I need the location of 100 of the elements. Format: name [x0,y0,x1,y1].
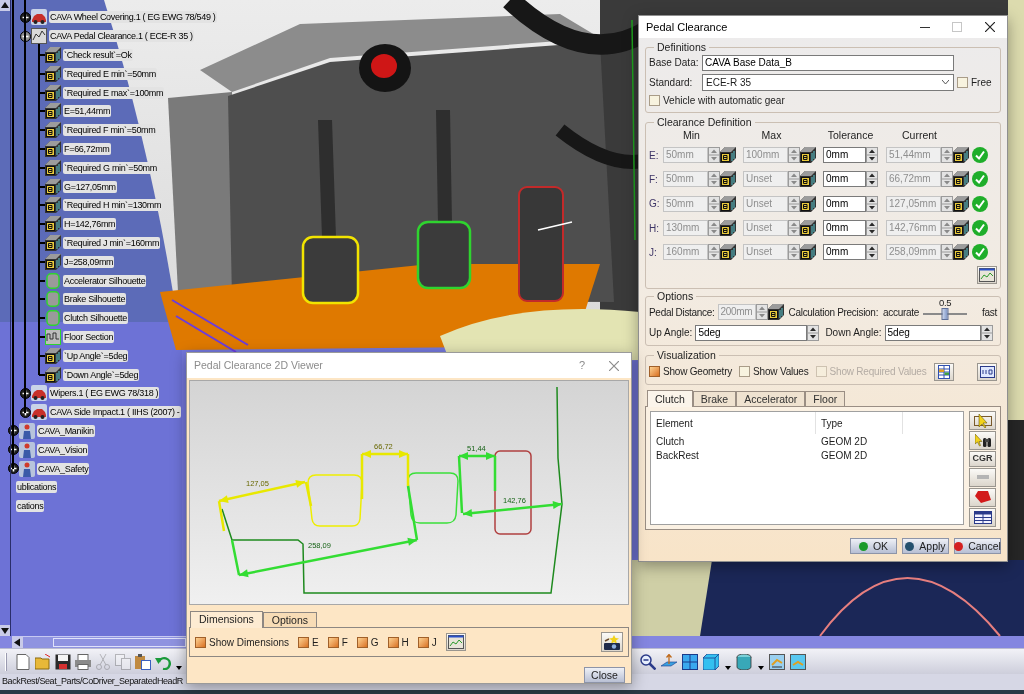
tool-button[interactable] [969,431,996,451]
text-field[interactable]: 5deg [695,325,808,341]
text-field[interactable]: 5deg [884,325,981,341]
checkbox[interactable] [195,636,206,648]
save-icon[interactable] [55,653,71,670]
scroll-down-icon[interactable] [0,625,10,636]
scroll-up-icon[interactable] [0,0,10,11]
tree-item[interactable]: cations [16,500,45,513]
tree-item[interactable]: E=51,44mm [63,105,112,118]
checkbox[interactable] [957,76,968,88]
dropdown[interactable]: ECE-R 35 [702,73,954,91]
print-icon[interactable] [75,653,91,670]
grid-icon[interactable] [682,653,698,670]
expand-icon[interactable] [20,406,31,418]
tree-item[interactable]: Clutch Silhouette [63,312,128,325]
text-field[interactable]: CAVA Base Data_B [702,54,954,71]
tree-item[interactable]: ublications [16,481,58,494]
tree-item[interactable]: Brake Silhouette [63,293,127,306]
chart-icon [979,268,995,283]
tab[interactable]: Dimensions [190,611,263,628]
tool-button[interactable] [445,633,466,651]
tool-button[interactable] [601,632,623,652]
spin-button[interactable] [866,171,878,188]
tab[interactable]: Floor [805,391,846,407]
grid-icon [937,365,950,379]
chart-icon [447,635,464,649]
cube-icon[interactable] [703,653,719,670]
tab[interactable]: Options [262,612,318,627]
field-label: Up Angle: [649,326,693,341]
tool-button[interactable] [969,508,996,527]
dialog-button[interactable]: Cancel [954,538,1001,555]
tool-button[interactable]: CGR [969,451,996,467]
caret-icon[interactable] [176,665,182,670]
tree-item[interactable]: Wipers.1 ( EG EWG 78/318 ) [49,387,160,400]
expand-icon[interactable] [20,387,31,399]
spin-button[interactable] [866,220,878,237]
checkbox[interactable] [327,636,339,648]
scroll-left-icon[interactable] [12,637,23,648]
caret-icon[interactable] [758,665,764,670]
vertical-scrollbar[interactable] [0,0,11,636]
tab[interactable]: Clutch [647,390,693,408]
spin-button[interactable] [980,325,993,341]
image-icon[interactable] [790,653,806,670]
column-header: Type [816,412,903,435]
expand-icon[interactable] [8,425,19,437]
tree-item[interactable]: `Required F min`=50mm [63,124,157,137]
spin-button[interactable] [866,195,878,212]
checkbox[interactable] [649,366,660,378]
help-button[interactable]: ? [567,353,597,378]
slider-track[interactable] [923,308,968,321]
tree-item[interactable]: H=142,76mm [63,218,117,231]
text-field[interactable]: 0mm [823,195,866,212]
dialog-button[interactable]: OK [850,538,897,555]
text-field[interactable]: 0mm [823,171,866,188]
paste-icon[interactable] [135,653,151,670]
spin-button[interactable] [866,244,878,261]
tool-button[interactable] [977,266,997,285]
tool-button[interactable] [969,411,996,431]
text-field[interactable]: 0mm [823,244,866,261]
checkbox[interactable] [387,636,399,648]
caret-icon[interactable] [725,665,731,670]
tab[interactable]: Accelerator [736,391,806,407]
dialog-button[interactable]: Apply [902,538,949,555]
window-title: Pedal Clearance [645,19,729,35]
expand-icon[interactable] [8,463,19,474]
expand-icon[interactable] [20,11,31,23]
text-field[interactable]: 0mm [823,147,866,164]
expand-icon[interactable] [8,444,19,456]
tool-button[interactable] [933,363,954,381]
text-field[interactable]: 0mm [823,220,866,237]
zoom-out-icon[interactable] [640,653,656,670]
tool-button[interactable] [977,363,997,381]
window-title: Pedal Clearance 2D Viewer [193,357,324,373]
plane-icon[interactable] [661,653,677,670]
new-document-icon[interactable] [15,653,31,670]
checkbox[interactable] [417,636,429,648]
image-icon[interactable] [769,653,785,670]
collapse-icon[interactable] [20,30,31,42]
close-button[interactable]: Close [584,667,625,683]
checkbox[interactable] [356,636,368,648]
car-icon [31,404,47,421]
tree-item[interactable]: CAVA Side Impact.1 ( IIHS (2007) - [49,406,181,419]
cube-icon [953,147,969,164]
tree-item[interactable]: CAVA Pedal Clearance.1 ( ECE-R 35 ) [49,30,194,43]
cube-icon [800,195,816,212]
horizontal-scrollbar[interactable] [12,636,186,648]
checkbox-label: F [341,635,348,650]
checkbox[interactable] [739,366,751,378]
chevron-down-icon [942,80,949,84]
table-cell-text: Clutch [655,435,686,449]
checkbox[interactable] [298,636,310,648]
field-label: Down Angle: [825,326,882,341]
checkbox[interactable] [649,95,660,106]
spin-button[interactable] [866,147,878,164]
tree-item[interactable]: `Required H min`=130mm [63,199,163,212]
tab[interactable]: Brake [692,391,737,407]
spin-button[interactable] [807,325,820,341]
tree-item[interactable]: CAVA Wheel Covering.1 ( EG EWG 78/549 ) [49,11,217,24]
slider-thumb[interactable] [941,308,949,321]
cylinder-icon[interactable] [736,653,752,670]
